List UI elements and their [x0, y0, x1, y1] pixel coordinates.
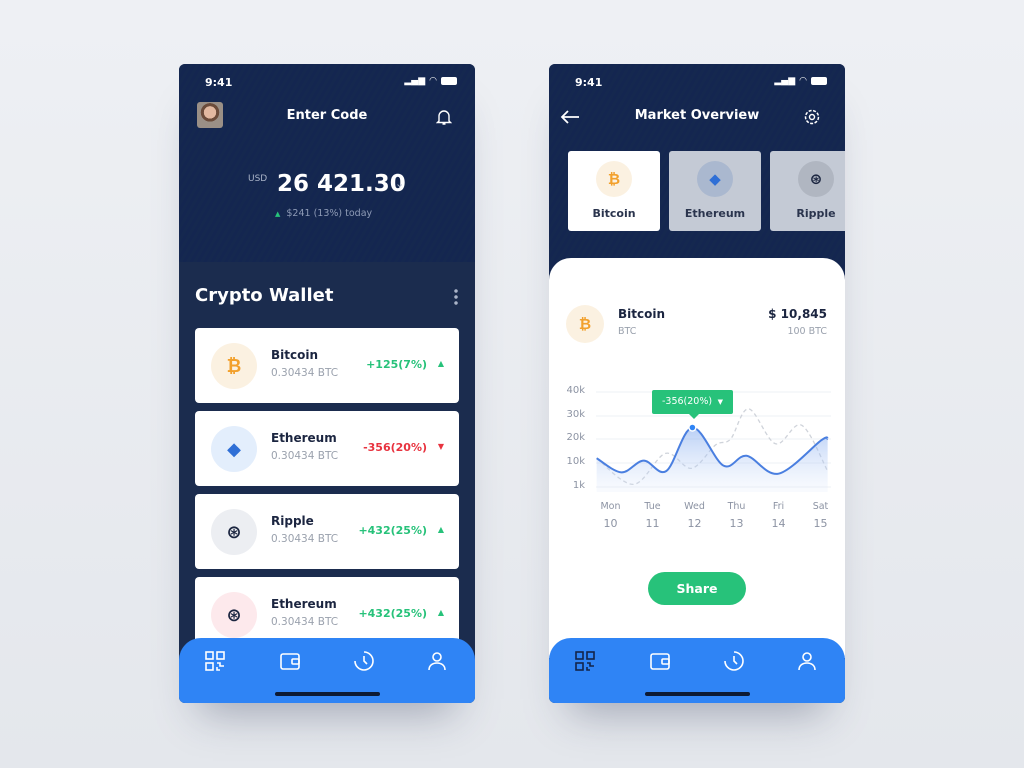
settings-gear-icon[interactable] — [803, 108, 821, 126]
bell-icon[interactable] — [436, 108, 452, 126]
arrow-up-icon: ▲ — [275, 210, 281, 218]
qr-code-icon[interactable] — [574, 650, 596, 672]
coin-name: Ripple — [271, 514, 314, 528]
chevron-down-icon[interactable]: ⌄ — [395, 177, 404, 190]
signal-icon: ▂▄▆ — [404, 76, 426, 86]
coin-change: -356(20%) — [363, 441, 427, 454]
coin-amount: 0.30434 BTC — [271, 616, 339, 628]
coin-amount: 0.30434 BTC — [271, 367, 339, 379]
coin-amount: 0.30434 BTC — [271, 450, 339, 462]
battery-icon — [441, 77, 457, 85]
ripple-icon: ⊛ — [211, 509, 257, 555]
coin-amount: 0.30434 BTC — [271, 533, 339, 545]
bitcoin-icon: ₿ — [596, 161, 632, 197]
x-date-label: 15 — [813, 517, 828, 530]
tooltip-pointer — [689, 414, 699, 419]
coin-name: Ethereum — [271, 597, 337, 611]
history-icon[interactable] — [353, 650, 375, 672]
ethereum-icon: ◆ — [211, 426, 257, 472]
y-tick-label: 40k — [566, 385, 585, 396]
coin-price: $ 10,845 — [768, 307, 827, 321]
wallet-header — [179, 64, 475, 262]
more-options-icon[interactable] — [454, 288, 458, 306]
bitcoin-icon: ₿ — [211, 343, 257, 389]
history-icon[interactable] — [723, 650, 745, 672]
wallet-icon[interactable] — [279, 650, 301, 672]
wifi-icon: ◠ — [429, 76, 437, 86]
status-time: 9:41 — [575, 76, 603, 89]
market-overview-screen: 9:41 ▂▄▆ ◠ Market Overview ₿ Bitcoin ◆ Et… — [549, 64, 845, 703]
signal-icon: ▂▄▆ — [774, 76, 796, 86]
x-day-label: Fri — [772, 501, 785, 512]
today-change: ▲ $241 (13%) today — [275, 208, 372, 219]
x-day-label: Thu — [727, 501, 746, 512]
crypto-wallet-screen: 9:41 ▂▄▆ ◠ Enter Code USD 26 421.30 ⌄ ▲ $2… — [179, 64, 475, 703]
wallet-item-ripple[interactable]: ⊛ Ripple 0.30434 BTC +432(25%) ▲ — [195, 494, 459, 569]
coin-name: Ethereum — [271, 431, 337, 445]
currency-label: USD — [248, 174, 268, 184]
bottom-nav — [549, 638, 845, 703]
ripple-icon: ⊛ — [798, 161, 834, 197]
tab-label: Ethereum — [684, 207, 746, 220]
arrow-up-icon: ▲ — [437, 359, 444, 368]
coin-name: Bitcoin — [271, 348, 319, 362]
x-day-label: Wed — [684, 501, 705, 512]
home-indicator — [275, 692, 380, 696]
home-indicator — [645, 692, 750, 696]
tab-bitcoin[interactable]: ₿ Bitcoin — [568, 151, 660, 231]
status-time: 9:41 — [205, 76, 233, 89]
wallet-item-bitcoin[interactable]: ₿ Bitcoin 0.30434 BTC +125(7%) ▲ — [195, 328, 459, 403]
qr-code-icon[interactable] — [204, 650, 226, 672]
x-day-label: Mon — [600, 501, 621, 512]
x-date-label: 13 — [729, 517, 744, 530]
tooltip-text: -356(20%) — [662, 396, 713, 407]
tab-ethereum[interactable]: ◆ Ethereum — [669, 151, 761, 231]
coin-change: +125(7%) — [366, 358, 427, 371]
caret-down-icon: ▼ — [717, 398, 723, 406]
wallet-icon[interactable] — [649, 650, 671, 672]
wallet-item-ethereum[interactable]: ◆ Ethereum 0.30434 BTC -356(20%) ▼ — [195, 411, 459, 486]
arrow-up-icon: ▲ — [437, 525, 444, 534]
ripple-icon: ⊛ — [211, 592, 257, 638]
profile-icon[interactable] — [796, 650, 818, 672]
y-tick-label: 30k — [566, 409, 585, 420]
coin-name: Bitcoin — [618, 307, 666, 321]
x-date-label: 10 — [603, 517, 618, 530]
battery-icon — [811, 77, 827, 85]
coin-symbol: BTC — [618, 326, 637, 337]
coin-change: +432(25%) — [358, 607, 427, 620]
today-change-text: $241 (13%) today — [286, 208, 373, 219]
share-button[interactable]: Share — [648, 572, 746, 605]
arrow-up-icon: ▲ — [437, 608, 444, 617]
y-tick-label: 20k — [566, 432, 585, 443]
status-icons: ▂▄▆ ◠ — [774, 76, 827, 86]
coin-holding: 100 BTC — [787, 326, 827, 337]
bitcoin-icon: ₿ — [566, 305, 604, 343]
tab-label: Ripple — [796, 207, 836, 220]
x-date-label: 14 — [771, 517, 786, 530]
page-title: Enter Code — [286, 108, 368, 123]
y-tick-label: 10k — [566, 456, 585, 467]
coin-change: +432(25%) — [358, 524, 427, 537]
tab-label: Bitcoin — [592, 207, 636, 220]
bottom-nav — [179, 638, 475, 703]
tab-ripple[interactable]: ⊛ Ripple — [770, 151, 845, 231]
wifi-icon: ◠ — [799, 76, 807, 86]
section-title: Crypto Wallet — [195, 285, 334, 306]
x-date-label: 12 — [687, 517, 702, 530]
balance: 26 421.30 — [277, 171, 406, 197]
x-day-label: Sat — [812, 501, 829, 512]
profile-icon[interactable] — [426, 650, 448, 672]
status-icons: ▂▄▆ ◠ — [404, 76, 457, 86]
x-day-label: Tue — [644, 501, 661, 512]
x-date-label: 11 — [645, 517, 660, 530]
ethereum-icon: ◆ — [697, 161, 733, 197]
chart-tooltip: -356(20%) ▼ — [652, 390, 733, 414]
arrow-down-icon: ▼ — [437, 442, 444, 451]
y-tick-label: 1k — [572, 480, 585, 491]
page-title: Market Overview — [634, 108, 760, 123]
